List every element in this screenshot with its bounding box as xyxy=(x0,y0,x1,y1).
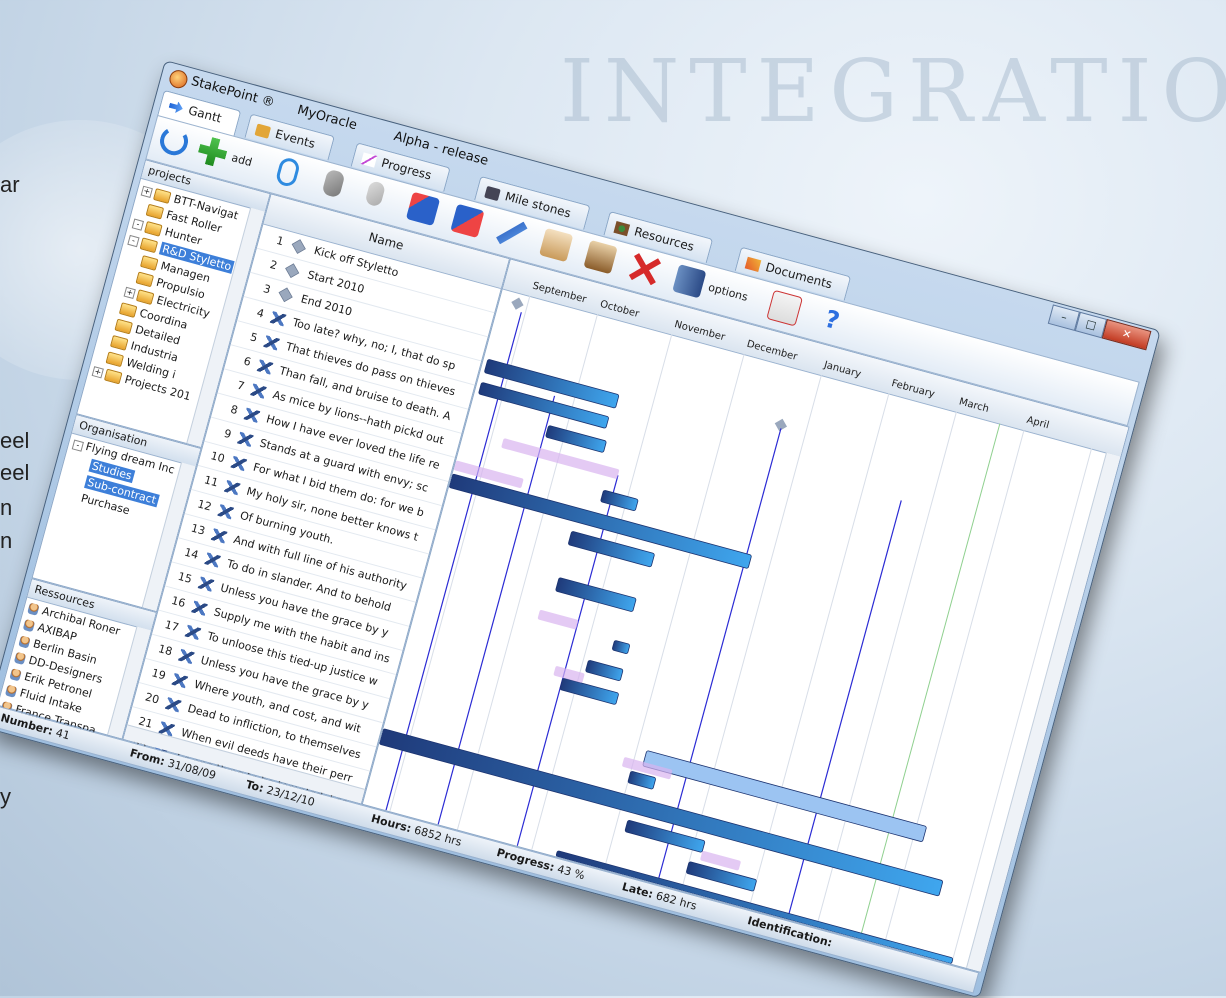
person-icon xyxy=(18,634,31,649)
task-tools-icon xyxy=(263,335,280,351)
slide-text-fragment: eel xyxy=(0,428,30,453)
gantt-bar[interactable] xyxy=(545,425,607,453)
events-icon xyxy=(254,123,272,139)
copy-icon[interactable] xyxy=(538,227,574,263)
task-tools-icon xyxy=(197,576,215,592)
task-tools-icon xyxy=(269,311,287,327)
status-late-label: Late: xyxy=(620,880,655,901)
options-icon[interactable] xyxy=(672,264,707,299)
progress-chart-icon xyxy=(360,151,378,168)
gantt-bar[interactable] xyxy=(559,677,619,705)
milestone-diamond-icon xyxy=(278,287,293,303)
task-tools-icon xyxy=(243,407,261,423)
status-number-value: 41 xyxy=(54,726,72,743)
background-integration-word: INTEGRATION xyxy=(560,42,1226,142)
slide-text-fragment: n xyxy=(0,495,13,520)
milestones-icon xyxy=(484,185,501,201)
month-label: April xyxy=(1025,414,1051,432)
person-icon xyxy=(4,684,18,698)
task-tools-icon xyxy=(256,359,274,375)
slide-text-fragment: n xyxy=(0,528,13,553)
documents-icon xyxy=(744,256,762,272)
folder-icon xyxy=(109,335,129,351)
slide-text-fragment: eel xyxy=(0,460,30,485)
task-tools-icon xyxy=(217,504,235,520)
tab-label: Gantt xyxy=(186,103,224,126)
expand-icon[interactable]: + xyxy=(91,366,104,379)
task-tools-icon xyxy=(223,479,241,496)
unlink-icon[interactable] xyxy=(364,180,387,208)
task-tools-icon xyxy=(230,455,248,472)
task-tools-icon xyxy=(191,600,208,616)
person-icon xyxy=(13,651,27,665)
gantt-bar[interactable] xyxy=(642,750,927,842)
expand-icon[interactable]: - xyxy=(131,218,145,231)
month-gridline xyxy=(815,411,957,928)
baseline-bar[interactable] xyxy=(537,610,579,630)
folder-icon xyxy=(118,302,138,318)
options-label: options xyxy=(706,280,750,304)
delete-icon[interactable] xyxy=(628,252,662,286)
indent-icon[interactable] xyxy=(405,191,441,227)
milestone-diamond-icon xyxy=(285,263,300,279)
gantt-bar[interactable] xyxy=(612,640,630,654)
month-label: March xyxy=(957,396,991,415)
stakepoint-logo-icon xyxy=(167,68,190,91)
refresh-icon[interactable] xyxy=(156,124,192,159)
attach-icon[interactable] xyxy=(274,156,302,189)
folder-icon xyxy=(139,255,159,271)
collapse-icon[interactable]: - xyxy=(71,439,84,452)
folder-icon xyxy=(114,318,133,335)
expand-icon[interactable]: + xyxy=(123,286,136,300)
gantt-bar[interactable] xyxy=(600,490,639,512)
expand-icon[interactable]: + xyxy=(140,185,153,198)
scissors-icon[interactable] xyxy=(495,216,529,250)
gantt-bar[interactable] xyxy=(555,577,637,612)
month-gridline xyxy=(603,354,745,870)
folder-icon xyxy=(135,271,155,288)
add-icon[interactable] xyxy=(195,135,229,169)
milestone-diamond-icon xyxy=(291,239,306,254)
stakepoint-window: StakePoint ® MyOracle Alpha - release – … xyxy=(0,60,1161,998)
arrow-right-icon xyxy=(168,99,185,114)
month-gridline xyxy=(680,374,822,891)
task-tools-icon xyxy=(184,624,202,640)
task-tools-icon xyxy=(164,697,182,713)
person-icon xyxy=(9,667,22,681)
add-label: add xyxy=(230,151,254,170)
task-tools-icon xyxy=(204,552,221,568)
folder-icon xyxy=(152,188,172,204)
resources-icon xyxy=(613,220,631,236)
person-icon xyxy=(27,602,40,616)
paste-icon[interactable] xyxy=(583,239,618,275)
status-progress-value: 43 % xyxy=(555,862,587,883)
folder-icon xyxy=(144,220,163,237)
folder-icon xyxy=(105,351,125,368)
link-icon[interactable] xyxy=(321,168,346,199)
folder-icon xyxy=(135,289,155,305)
person-icon xyxy=(22,618,36,632)
help-icon[interactable]: ? xyxy=(815,303,849,337)
pdf-icon[interactable] xyxy=(766,289,804,327)
gantt-bar[interactable] xyxy=(448,473,752,569)
task-tools-icon xyxy=(250,383,267,399)
slide-text-fragment: ar xyxy=(0,172,20,197)
task-tools-icon xyxy=(178,648,195,665)
folder-icon xyxy=(103,368,123,385)
task-tools-icon xyxy=(171,672,189,689)
milestone-marker xyxy=(511,297,524,310)
folder-icon xyxy=(145,203,165,220)
outdent-icon[interactable] xyxy=(450,203,485,239)
expand-icon[interactable]: - xyxy=(127,234,140,248)
task-tools-icon xyxy=(210,528,228,544)
folder-icon xyxy=(139,237,159,254)
slide-text-fragment: y xyxy=(0,784,11,809)
status-to-label: To: xyxy=(244,777,266,796)
task-tools-icon xyxy=(237,431,254,447)
gantt-bar[interactable] xyxy=(585,660,624,681)
status-from-label: From: xyxy=(128,746,167,769)
